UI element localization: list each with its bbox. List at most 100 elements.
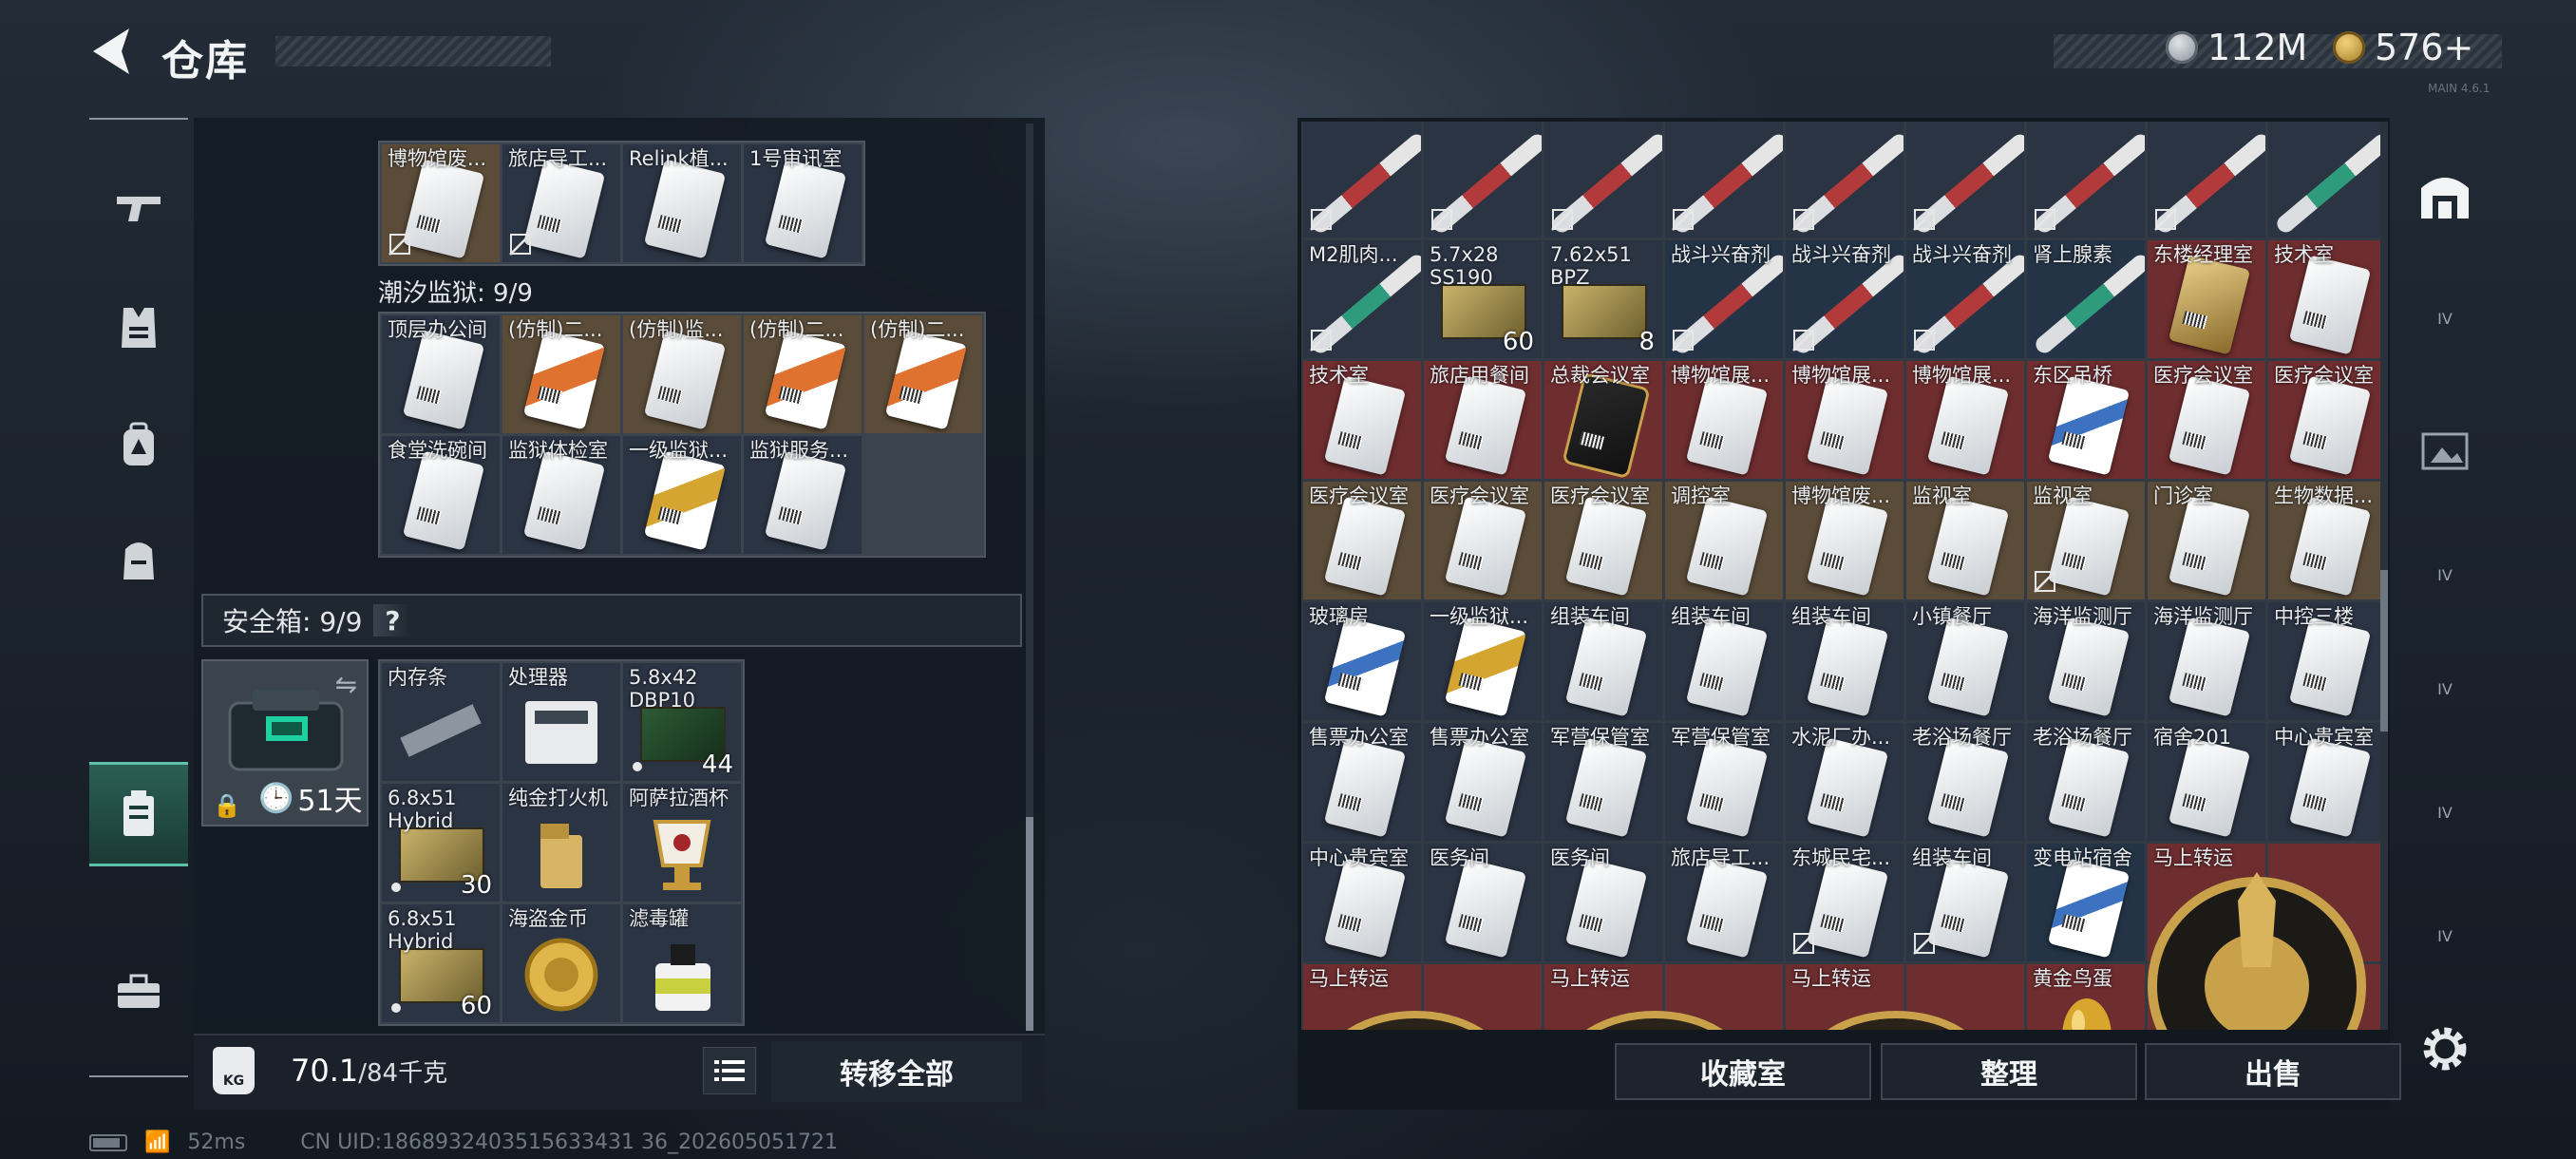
item-slot[interactable]: 变电站宿舍	[2027, 844, 2145, 961]
item-slot[interactable]	[2268, 844, 2386, 961]
item-slot[interactable]	[2027, 122, 2145, 238]
item-slot[interactable]: 1号审讯室	[744, 144, 862, 262]
item-slot[interactable]: 监视室	[2027, 482, 2145, 599]
stash-tab-main[interactable]	[2411, 152, 2479, 238]
item-slot[interactable]: 5.8x42 DBP10 44	[623, 663, 741, 781]
item-slot[interactable]: 医务间	[1424, 844, 1542, 961]
item-slot[interactable]: 中控三楼	[2268, 602, 2386, 720]
item-slot[interactable]: 监狱服务...	[744, 436, 862, 554]
item-slot[interactable]: 旅店导工...	[1665, 844, 1783, 961]
item-slot[interactable]: 医务间	[1544, 844, 1662, 961]
item-slot[interactable]: 东楼经理室	[2148, 240, 2265, 358]
item-slot[interactable]: 门诊室	[2148, 482, 2265, 599]
stash-tab-6[interactable]: IV	[2411, 770, 2479, 855]
currency-gold[interactable]: 576+	[2333, 27, 2473, 68]
item-slot[interactable]: 技术室	[1303, 361, 1421, 479]
item-slot[interactable]	[2268, 122, 2386, 238]
settings-gear-icon[interactable]	[2418, 1022, 2472, 1075]
item-slot[interactable]: 处理器	[502, 663, 620, 781]
nav-safebox[interactable]	[89, 762, 188, 866]
item-slot[interactable]: 马上转运	[1303, 964, 1421, 1030]
back-arrow-icon[interactable]	[87, 25, 137, 78]
swap-icon[interactable]: ⇋	[335, 669, 357, 700]
item-slot[interactable]: 博物馆废...	[382, 144, 500, 262]
item-slot[interactable]: 东城民宅...	[1786, 844, 1904, 961]
safebox-container[interactable]: ⇋ 🔒 🕒 51天	[201, 659, 369, 826]
item-slot[interactable]: Relink植...	[623, 144, 741, 262]
currency-silver[interactable]: 112M	[2166, 27, 2307, 68]
item-slot[interactable]: 海洋监测厅	[2148, 602, 2265, 720]
stash-tab-5[interactable]: IV	[2411, 646, 2479, 732]
right-scrollbar-thumb[interactable]	[2380, 570, 2388, 732]
item-slot[interactable]: 售票办公室	[1303, 723, 1421, 841]
item-slot[interactable]: 小镇餐厅	[1906, 602, 2024, 720]
item-slot[interactable]: 玻璃房	[1303, 602, 1421, 720]
item-slot[interactable]: 内存条	[382, 663, 500, 781]
stash-viewport[interactable]: M2肌肉... 5.7x28 SS190 60 7.62x51 BPZ 8 战斗兴奋剂 战斗…	[1301, 122, 2386, 1030]
item-slot[interactable]: 军营保管室	[1665, 723, 1783, 841]
item-slot[interactable]	[1786, 122, 1904, 238]
item-slot[interactable]: 旅店用餐间	[1424, 361, 1542, 479]
item-slot[interactable]: 纯金打火机	[502, 784, 620, 902]
sell-button[interactable]: 出售	[2145, 1043, 2401, 1100]
item-slot[interactable]: 中心贵宾室	[2268, 723, 2386, 841]
item-slot[interactable]: 马上转运	[1786, 964, 1904, 1030]
item-slot[interactable]: 海盗金币	[502, 904, 620, 1022]
item-slot[interactable]	[2148, 964, 2265, 1030]
item-slot[interactable]	[1544, 122, 1662, 238]
item-slot[interactable]: M2肌肉...	[1303, 240, 1421, 358]
item-slot[interactable]	[1906, 122, 2024, 238]
nav-rig[interactable]	[89, 509, 188, 610]
item-slot[interactable]: 海洋监测厅	[2027, 602, 2145, 720]
nav-weapons[interactable]	[89, 158, 188, 258]
item-slot[interactable]: 战斗兴奋剂	[1786, 240, 1904, 358]
item-slot[interactable]: 售票办公室	[1424, 723, 1542, 841]
item-slot[interactable]: 5.7x28 SS190 60	[1424, 240, 1542, 358]
item-slot[interactable]: 组装车间	[1665, 602, 1783, 720]
item-slot[interactable]: (仿制)二...	[864, 315, 982, 433]
item-slot[interactable]: 马上转运	[2148, 844, 2265, 961]
item-slot[interactable]: 黄金鸟蛋	[2027, 964, 2145, 1030]
item-slot[interactable]: 监狱体检室	[502, 436, 620, 554]
item-slot[interactable]: 阿萨拉酒杯	[623, 784, 741, 902]
item-slot[interactable]: 马上转运	[1544, 964, 1662, 1030]
item-slot[interactable]: (仿制)二...	[502, 315, 620, 433]
item-slot[interactable]: 东区吊桥	[2027, 361, 2145, 479]
item-slot[interactable]	[1303, 122, 1421, 238]
stash-tab-7[interactable]: IV	[2411, 893, 2479, 978]
item-slot[interactable]	[1906, 964, 2024, 1030]
item-slot[interactable]: 水泥厂办...	[1786, 723, 1904, 841]
item-slot[interactable]: (仿制)监...	[623, 315, 741, 433]
item-slot[interactable]: 博物馆废...	[1786, 482, 1904, 599]
nav-armor[interactable]	[89, 277, 188, 378]
item-slot[interactable]: 医疗会议室	[1424, 482, 1542, 599]
item-slot[interactable]	[1424, 964, 1542, 1030]
item-slot[interactable]: 宿舍201	[2148, 723, 2265, 841]
item-slot[interactable]: 旅店导工...	[502, 144, 620, 262]
item-slot[interactable]: 中心贵宾室	[1303, 844, 1421, 961]
stash-tab-4[interactable]: IV	[2411, 532, 2479, 618]
stash-tab-3[interactable]	[2411, 408, 2479, 494]
item-slot[interactable]: 医疗会议室	[1303, 482, 1421, 599]
list-view-button[interactable]	[703, 1047, 756, 1094]
item-slot[interactable]	[1665, 964, 1783, 1030]
item-slot[interactable]: 顶层办公间	[382, 315, 500, 433]
stash-tab-2[interactable]: IV	[2411, 276, 2479, 361]
item-slot[interactable]: 战斗兴奋剂	[1906, 240, 2024, 358]
item-slot[interactable]: 军营保管室	[1544, 723, 1662, 841]
item-slot[interactable]: 一级监狱...	[623, 436, 741, 554]
item-slot[interactable]: 滤毒罐	[623, 904, 741, 1022]
item-slot[interactable]: 组装车间	[1786, 602, 1904, 720]
item-slot[interactable]: 医疗会议室	[2148, 361, 2265, 479]
item-slot[interactable]: 生物数据...	[2268, 482, 2386, 599]
item-slot[interactable]: 调控室	[1665, 482, 1783, 599]
item-slot[interactable]: (仿制)二...	[744, 315, 862, 433]
item-slot[interactable]: 博物馆展...	[1665, 361, 1783, 479]
left-scrollbar-thumb[interactable]	[1026, 817, 1033, 1031]
item-slot[interactable]: 战斗兴奋剂	[1665, 240, 1783, 358]
item-slot[interactable]: 组装车间	[1906, 844, 2024, 961]
item-slot[interactable]	[2148, 122, 2265, 238]
item-slot[interactable]	[2268, 964, 2386, 1030]
item-slot[interactable]	[1424, 122, 1542, 238]
item-slot[interactable]: 老浴场餐厅	[1906, 723, 2024, 841]
